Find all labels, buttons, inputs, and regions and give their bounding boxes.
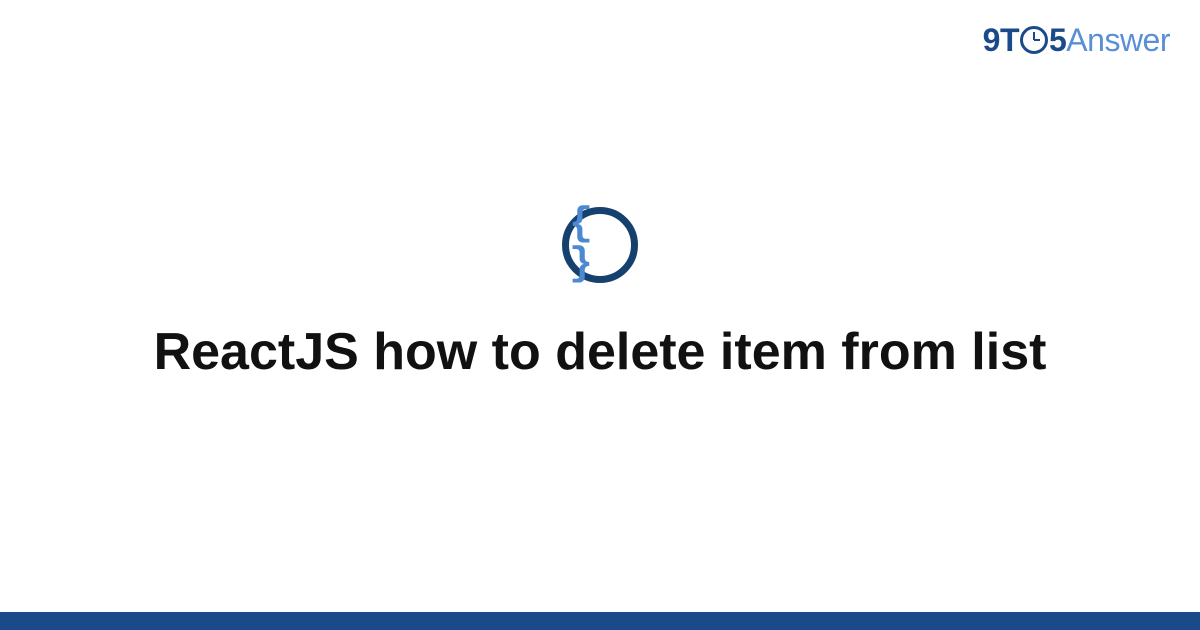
category-badge: { } [562, 207, 638, 283]
code-braces-icon: { } [569, 205, 631, 285]
content-area: { } ReactJS how to delete item from list [0, 0, 1200, 630]
footer-accent-bar [0, 612, 1200, 630]
page-title: ReactJS how to delete item from list [154, 321, 1047, 383]
